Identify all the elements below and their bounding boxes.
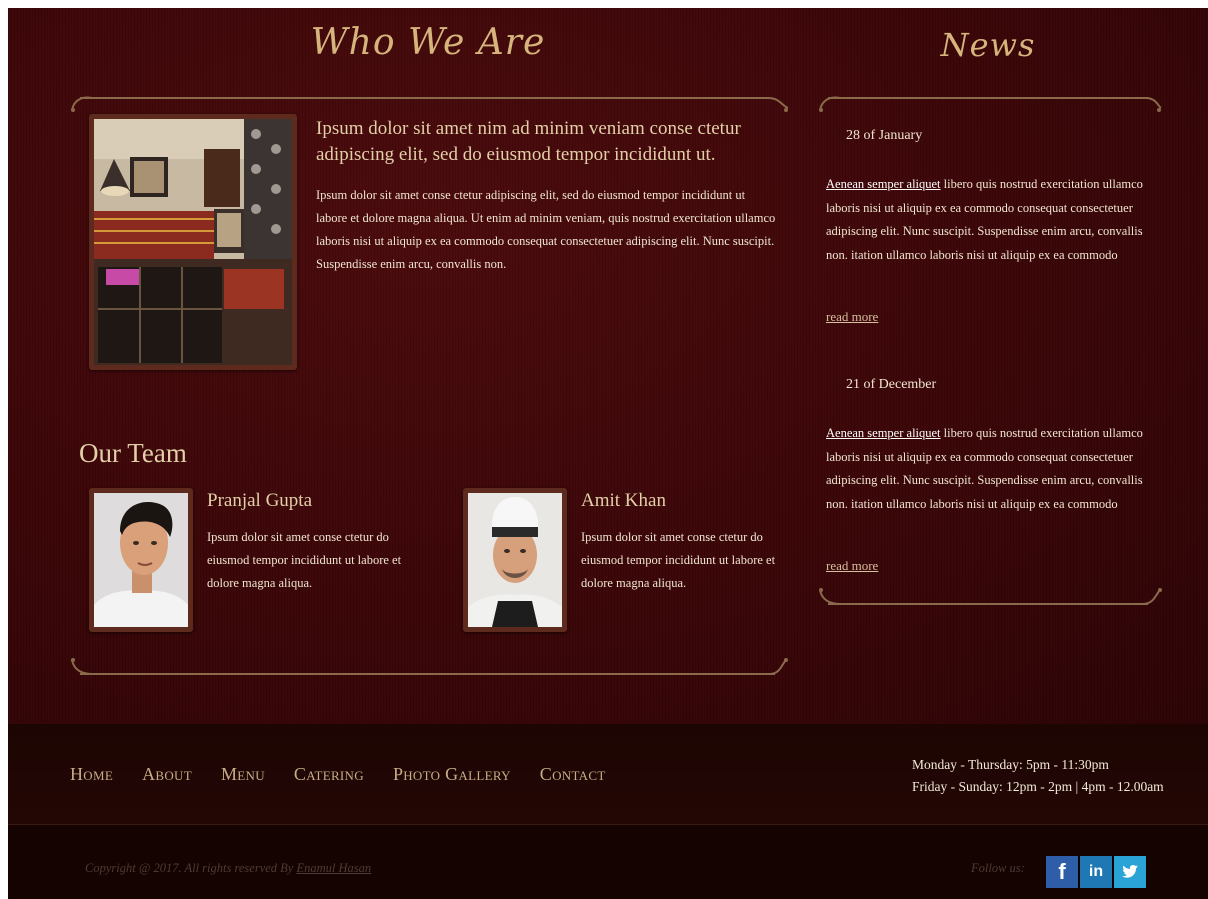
hours-weekend: Friday - Sunday: 12pm - 2pm | 4pm - 12.0… xyxy=(912,779,1164,794)
follow-us-label: Follow us: xyxy=(971,861,1025,875)
news-text: Aenean semper aliquet libero quis nostru… xyxy=(826,422,1146,516)
member-name: Amit Khan xyxy=(581,490,666,511)
member-photo xyxy=(89,488,193,632)
member-avatar xyxy=(94,493,188,627)
restaurant-photo xyxy=(89,114,297,370)
opening-hours: Monday - Thursday: 5pm - 11:30pm Friday … xyxy=(912,754,1164,798)
nav-menu[interactable]: Menu xyxy=(221,764,265,785)
nav-home[interactable]: Home xyxy=(70,764,113,785)
who-we-are-title: Who We Are xyxy=(310,22,546,63)
bottom-left-divider xyxy=(70,654,790,684)
linkedin-icon[interactable]: in xyxy=(1080,856,1112,888)
copyright-text: Copyright @ 2017. All rights reserved By… xyxy=(85,861,371,876)
news-text: Aenean semper aliquet libero quis nostru… xyxy=(826,173,1146,267)
member-bio: Ipsum dolor sit amet conse ctetur do eiu… xyxy=(207,530,402,590)
footer-nav: Home About Menu Catering Photo Gallery C… xyxy=(70,764,635,785)
news-headline-link[interactable]: Aenean semper aliquet xyxy=(826,177,941,191)
our-team-title: Our Team xyxy=(79,438,187,468)
intro-lead-text: Ipsum dolor sit amet nim ad minim veniam… xyxy=(316,118,741,165)
member-photo xyxy=(463,488,567,632)
bottom-bar: Copyright @ 2017. All rights reserved By… xyxy=(8,825,1208,899)
news-date: 21 of December xyxy=(846,377,937,392)
author-link[interactable]: Enamul Hasan xyxy=(296,861,371,875)
twitter-icon[interactable] xyxy=(1114,856,1146,888)
nav-catering[interactable]: Catering xyxy=(294,764,364,785)
news-bottom-divider xyxy=(818,584,1163,614)
news-title: News xyxy=(940,26,1036,64)
footer-nav-bar: Home About Menu Catering Photo Gallery C… xyxy=(8,724,1208,825)
hours-weekdays: Monday - Thursday: 5pm - 11:30pm xyxy=(912,757,1109,772)
nav-contact[interactable]: Contact xyxy=(540,764,606,785)
read-more-link[interactable]: read more xyxy=(826,309,878,325)
member-name: Pranjal Gupta xyxy=(207,490,313,511)
news-date: 28 of January xyxy=(846,128,923,143)
page: Who We Are News Ipsum dolor sit amet nim… xyxy=(8,8,1208,899)
intro-body-text: Ipsum dolor sit amet conse ctetur adipis… xyxy=(316,188,776,271)
member-bio: Ipsum dolor sit amet conse ctetur do eiu… xyxy=(581,530,776,590)
read-more-link[interactable]: read more xyxy=(826,558,878,574)
member-avatar xyxy=(468,493,562,627)
facebook-icon[interactable]: f xyxy=(1046,856,1078,888)
restaurant-interior-image xyxy=(94,119,292,365)
news-headline-link[interactable]: Aenean semper aliquet xyxy=(826,426,941,440)
nav-photo-gallery[interactable]: Photo Gallery xyxy=(393,764,511,785)
main-content: Who We Are News Ipsum dolor sit amet nim… xyxy=(8,8,1208,724)
nav-about[interactable]: About xyxy=(142,764,192,785)
top-right-divider xyxy=(818,90,1163,120)
copyright-prefix: Copyright @ 2017. All rights reserved By xyxy=(85,861,297,875)
